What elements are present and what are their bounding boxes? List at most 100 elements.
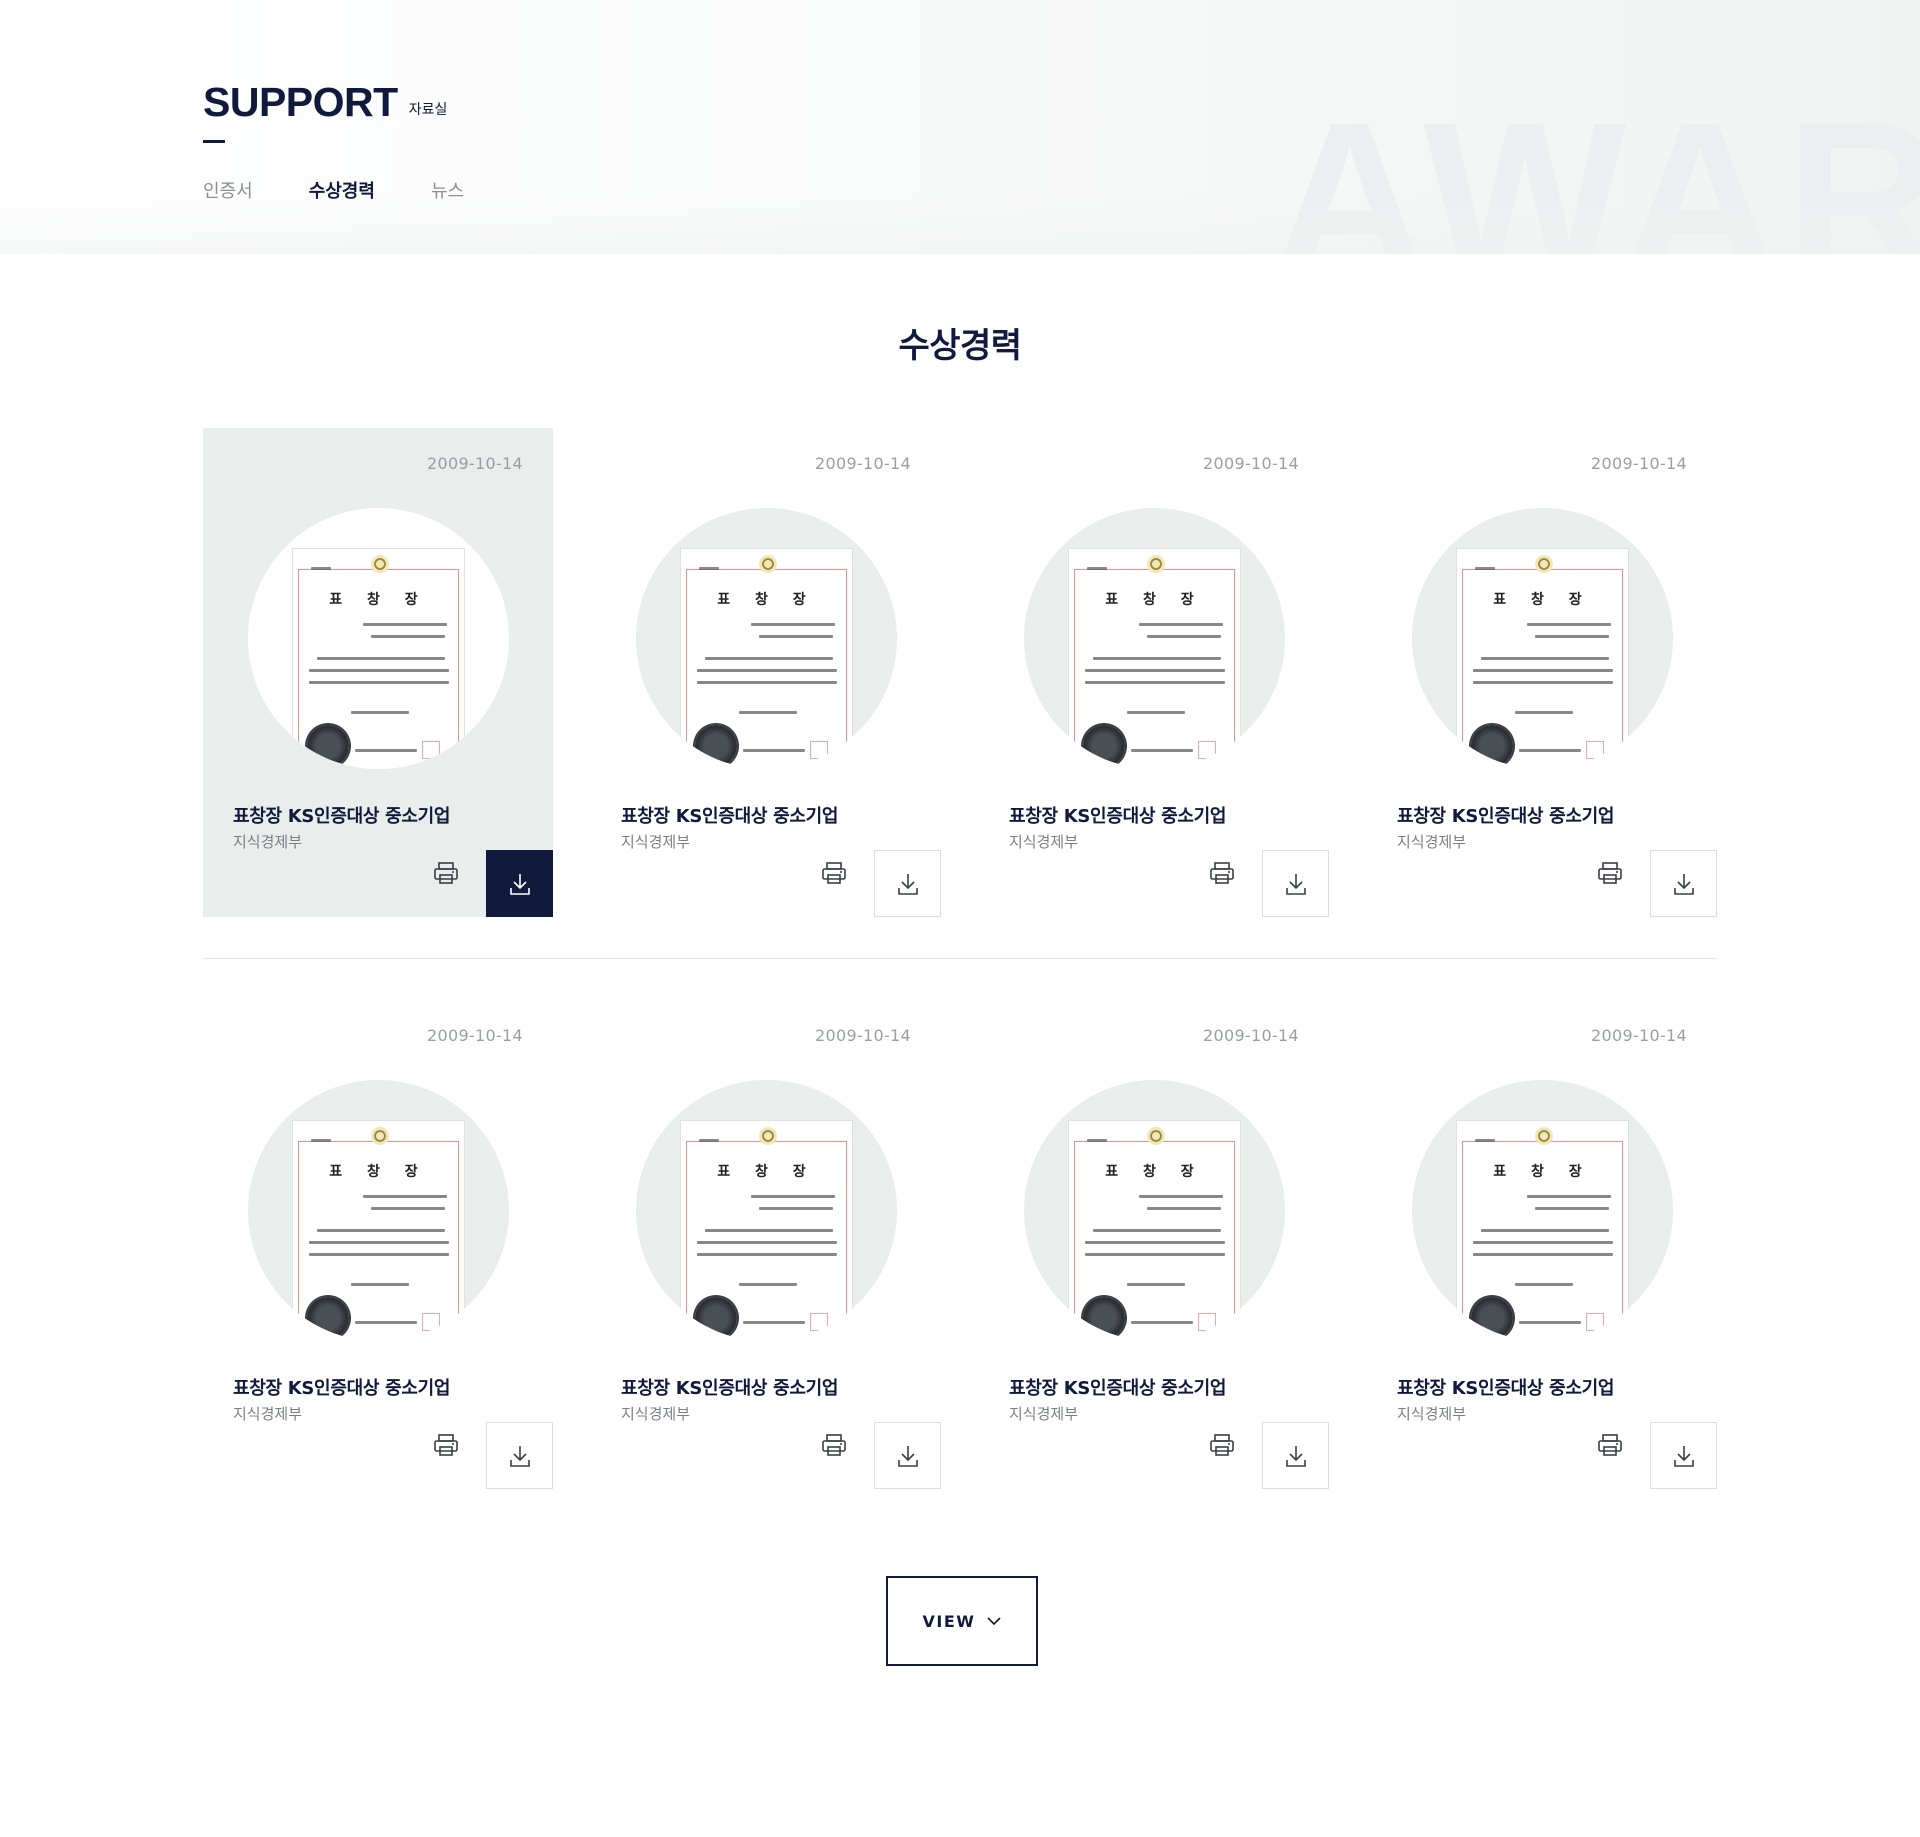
certificate-text-line — [1535, 1207, 1609, 1210]
award-card[interactable]: 2009-10-14 표 창 장 표창장 KS인증대상 중소기업 지식경제부 — [591, 1000, 941, 1489]
header-background-word: AWARD — [1272, 77, 1920, 254]
tab-news[interactable]: 뉴스 — [431, 178, 464, 206]
award-organization: 지식경제부 — [621, 833, 691, 851]
certificate-text-line — [1473, 669, 1613, 672]
certificate-text-line — [351, 1283, 409, 1286]
award-title: 표창장 KS인증대상 중소기업 — [1009, 1378, 1227, 1399]
print-button[interactable] — [811, 850, 857, 896]
award-title: 표창장 KS인증대상 중소기업 — [1397, 806, 1615, 827]
download-button[interactable] — [1650, 850, 1717, 917]
award-thumbnail[interactable]: 표 창 장 — [248, 1080, 509, 1341]
certificate-text-line — [743, 749, 805, 752]
award-date: 2009-10-14 — [427, 1026, 523, 1045]
award-title: 표창장 KS인증대상 중소기업 — [1009, 806, 1227, 827]
certificate-text-line — [309, 1253, 449, 1256]
tab-awards[interactable]: 수상경력 — [309, 178, 375, 206]
certificate-text-line — [1515, 711, 1573, 714]
award-card[interactable]: 2009-10-14 표 창 장 표창장 KS인증대상 중소기업 지식경제부 — [979, 1000, 1329, 1489]
download-button[interactable] — [486, 850, 553, 917]
certificate-text-line — [309, 1241, 449, 1244]
awards-row: 2009-10-14 표 창 장 표창장 KS인증대상 중소기업 지식경제부 2… — [203, 1000, 1717, 1489]
seal-icon — [695, 1297, 737, 1339]
certificate-text-line — [363, 1195, 447, 1198]
award-thumbnail[interactable]: 표 창 장 — [636, 508, 897, 769]
print-button[interactable] — [1199, 1422, 1245, 1468]
download-icon — [509, 873, 530, 895]
tab-certificates[interactable]: 인증서 — [203, 178, 253, 206]
award-organization: 지식경제부 — [1397, 833, 1467, 851]
title-underline — [203, 140, 225, 143]
certificate-heading: 표 창 장 — [1493, 1164, 1592, 1180]
certificate-image: 표 창 장 — [1068, 1120, 1241, 1341]
download-button[interactable] — [874, 1422, 941, 1489]
award-thumbnail[interactable]: 표 창 장 — [1024, 1080, 1285, 1341]
award-card[interactable]: 2009-10-14 표 창 장 표창장 KS인증대상 중소기업 지식경제부 — [203, 428, 553, 917]
download-icon — [509, 1445, 530, 1467]
seal-icon — [1083, 1297, 1125, 1339]
stamp-icon — [422, 1313, 440, 1331]
emblem-icon — [1147, 1127, 1165, 1145]
certificate-text-line — [363, 623, 447, 626]
print-button[interactable] — [423, 1422, 469, 1468]
seal-icon — [307, 725, 349, 767]
print-button[interactable] — [811, 1422, 857, 1468]
awards-grid: 2009-10-14 표 창 장 표창장 KS인증대상 중소기업 지식경제부 2… — [203, 428, 1717, 1489]
award-organization: 지식경제부 — [1009, 1405, 1079, 1423]
certificate-text-line — [1127, 1283, 1185, 1286]
download-button[interactable] — [1262, 1422, 1329, 1489]
download-button[interactable] — [1650, 1422, 1717, 1489]
certificate-image: 표 창 장 — [680, 548, 853, 769]
printer-icon — [434, 862, 458, 884]
stamp-icon — [1198, 1313, 1216, 1331]
award-organization: 지식경제부 — [1009, 833, 1079, 851]
award-card[interactable]: 2009-10-14 표 창 장 표창장 KS인증대상 중소기업 지식경제부 — [203, 1000, 553, 1489]
certificate-text-line — [1473, 681, 1613, 684]
certificate-text-line — [1473, 1253, 1613, 1256]
award-thumbnail[interactable]: 표 창 장 — [248, 508, 509, 769]
page-title: SUPPORT — [203, 79, 398, 125]
award-card[interactable]: 2009-10-14 표 창 장 표창장 KS인증대상 중소기업 지식경제부 — [979, 428, 1329, 917]
certificate-text-line — [759, 635, 833, 638]
certificate-text-line — [1087, 1139, 1107, 1142]
award-thumbnail[interactable]: 표 창 장 — [1024, 508, 1285, 769]
download-icon — [1285, 1445, 1306, 1467]
seal-icon — [1471, 725, 1513, 767]
category-tabs: 인증서 수상경력 뉴스 — [203, 178, 520, 206]
download-icon — [897, 873, 918, 895]
certificate-image: 표 창 장 — [680, 1120, 853, 1341]
print-button[interactable] — [423, 850, 469, 896]
download-button[interactable] — [1262, 850, 1329, 917]
page-header: AWARD SUPPORT 자료실 인증서 수상경력 뉴스 — [0, 0, 1920, 254]
print-button[interactable] — [1587, 850, 1633, 896]
certificate-text-line — [311, 1139, 331, 1142]
award-organization: 지식경제부 — [1397, 1405, 1467, 1423]
award-title: 표창장 KS인증대상 중소기업 — [233, 1378, 451, 1399]
printer-icon — [1598, 862, 1622, 884]
certificate-text-line — [1535, 635, 1609, 638]
certificate-text-line — [751, 623, 835, 626]
certificate-text-line — [309, 669, 449, 672]
seal-icon — [307, 1297, 349, 1339]
certificate-heading: 표 창 장 — [1105, 1164, 1204, 1180]
award-date: 2009-10-14 — [1591, 454, 1687, 473]
certificate-text-line — [1085, 681, 1225, 684]
download-button[interactable] — [486, 1422, 553, 1489]
award-card[interactable]: 2009-10-14 표 창 장 표창장 KS인증대상 중소기업 지식경제부 — [1367, 1000, 1717, 1489]
printer-icon — [822, 862, 846, 884]
award-thumbnail[interactable]: 표 창 장 — [636, 1080, 897, 1341]
award-card[interactable]: 2009-10-14 표 창 장 표창장 KS인증대상 중소기업 지식경제부 — [591, 428, 941, 917]
certificate-text-line — [1139, 1195, 1223, 1198]
print-button[interactable] — [1199, 850, 1245, 896]
award-card[interactable]: 2009-10-14 표 창 장 표창장 KS인증대상 중소기업 지식경제부 — [1367, 428, 1717, 917]
awards-row: 2009-10-14 표 창 장 표창장 KS인증대상 중소기업 지식경제부 2… — [203, 428, 1717, 917]
award-thumbnail[interactable]: 표 창 장 — [1412, 508, 1673, 769]
view-more-button[interactable]: VIEW — [886, 1576, 1038, 1666]
download-button[interactable] — [874, 850, 941, 917]
certificate-text-line — [751, 1195, 835, 1198]
print-button[interactable] — [1587, 1422, 1633, 1468]
printer-icon — [822, 1434, 846, 1456]
printer-icon — [1210, 1434, 1234, 1456]
certificate-text-line — [1147, 635, 1221, 638]
certificate-text-line — [1515, 1283, 1573, 1286]
award-thumbnail[interactable]: 표 창 장 — [1412, 1080, 1673, 1341]
